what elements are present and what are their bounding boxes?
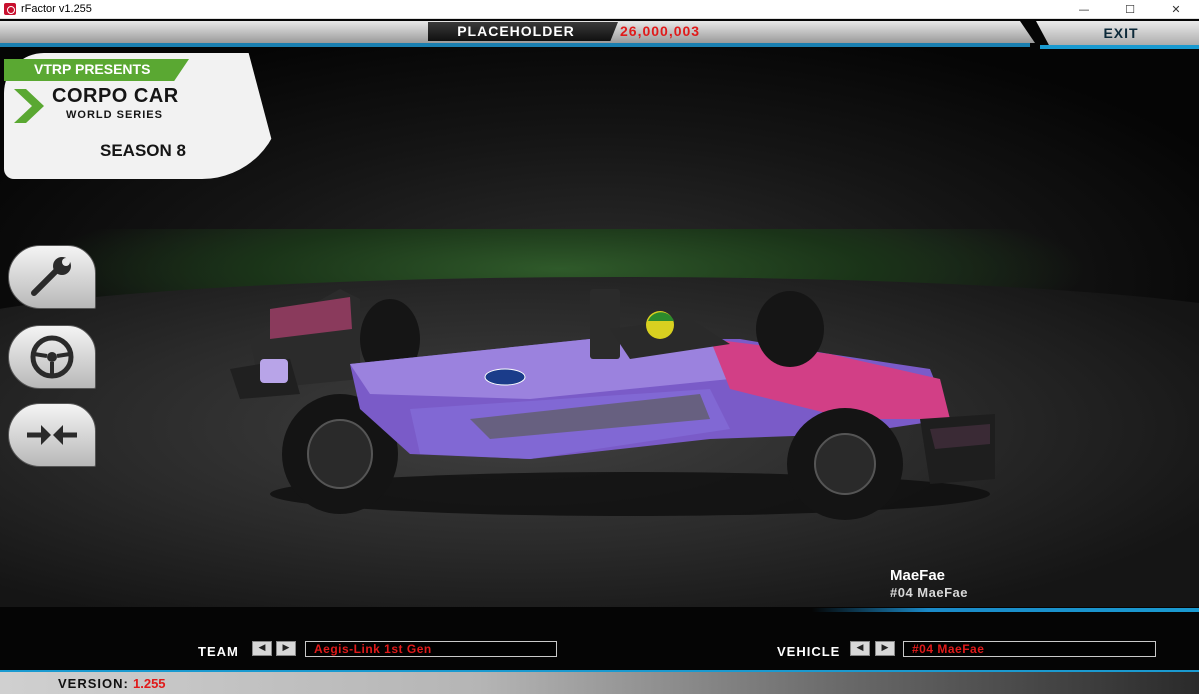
team-select[interactable]: Aegis-Link 1st Gen — [305, 641, 557, 657]
version-label: VERSION: — [58, 676, 129, 691]
wrench-icon — [31, 257, 71, 296]
steering-wheel-icon — [30, 335, 74, 379]
rfactor-app-icon — [4, 3, 16, 15]
exit-button[interactable]: EXIT — [1086, 24, 1156, 42]
vehicle-next-button[interactable]: ▶ — [875, 641, 895, 656]
exit-accent-line — [1040, 45, 1199, 49]
player-name: PLACEHOLDER — [457, 23, 575, 39]
top-accent-line — [0, 43, 1030, 47]
logo-title-text: CORPO CAR — [52, 85, 179, 107]
driver-name: MaeFae — [890, 567, 946, 584]
vehicle-prev-button[interactable]: ◀ — [850, 641, 870, 656]
logo-presents-text: VTRP PRESENTS — [34, 61, 151, 77]
team-label: TEAM — [198, 644, 239, 659]
minimize-button[interactable]: — — [1061, 0, 1107, 19]
close-button[interactable]: ✕ — [1153, 0, 1199, 19]
version-accent-line — [0, 670, 1199, 672]
vehicle-label: VEHICLE — [777, 644, 841, 659]
logo-season-text: SEASON 8 — [100, 141, 186, 160]
driver-number-name: #04 MaeFae — [890, 585, 968, 600]
player-score: 26,000,003 — [620, 23, 701, 39]
driver-accent-line — [812, 608, 1199, 612]
window-title: rFactor v1.255 — [21, 3, 92, 15]
top-bar: PLACEHOLDER 26,000,003 EXIT — [0, 21, 1199, 49]
window-controls: — ☐ ✕ — [1061, 0, 1199, 19]
controls-button[interactable] — [8, 325, 96, 389]
vehicle-select[interactable]: #04 MaeFae — [903, 641, 1156, 657]
compare-arrows-icon — [27, 425, 77, 445]
compare-button[interactable] — [8, 403, 96, 467]
game-viewport: PLACEHOLDER 26,000,003 EXIT VTRP PRESENT… — [0, 19, 1199, 694]
race-car-image — [230, 289, 995, 520]
maximize-button[interactable]: ☐ — [1107, 0, 1153, 19]
version-value: 1.255 — [133, 676, 166, 691]
version-bar: VERSION: 1.255 — [0, 670, 1199, 694]
team-next-button[interactable]: ▶ — [276, 641, 296, 656]
garage-setup-button[interactable] — [8, 245, 96, 309]
driver-info-panel: MaeFae #04 MaeFae — [812, 557, 1199, 617]
window-titlebar: rFactor v1.255 — ☐ ✕ — [0, 0, 1199, 19]
logo-subtitle-text: WORLD SERIES — [66, 109, 163, 121]
team-prev-button[interactable]: ◀ — [252, 641, 272, 656]
series-logo: VTRP PRESENTS CORPO CAR WORLD SERIES SEA… — [4, 53, 282, 179]
